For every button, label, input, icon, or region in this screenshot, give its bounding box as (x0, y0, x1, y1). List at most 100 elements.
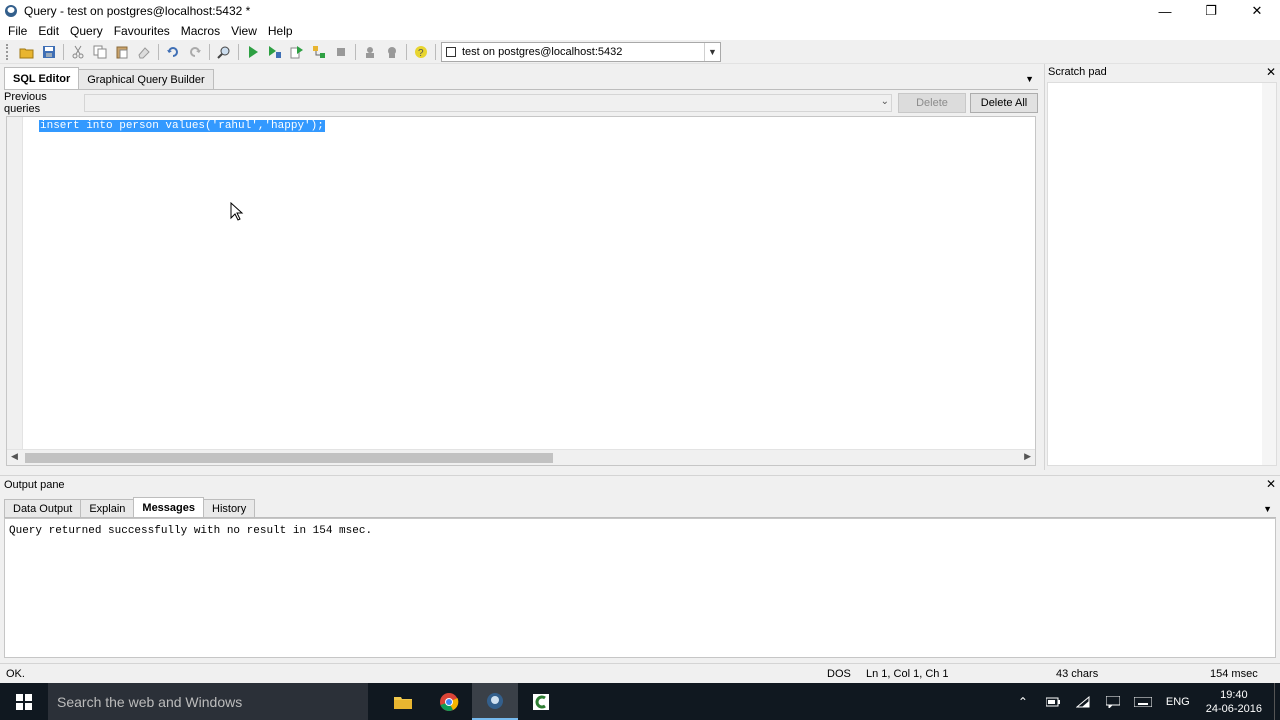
scratch-pad-textarea[interactable] (1047, 82, 1277, 466)
scratch-pad-title: Scratch pad (1048, 66, 1107, 78)
toolbar-grip[interactable] (6, 43, 10, 60)
scrollbar-thumb[interactable] (25, 453, 553, 463)
minimize-button[interactable]: — (1142, 0, 1188, 22)
connection-select[interactable]: test on postgres@localhost:5432 ▼ (441, 41, 721, 62)
wifi-icon[interactable] (1068, 695, 1098, 708)
show-desktop-button[interactable] (1274, 683, 1280, 720)
file-explorer-icon[interactable] (380, 683, 426, 720)
delete-all-button[interactable]: Delete All (970, 93, 1038, 113)
execute-pgscript-icon[interactable] (264, 42, 286, 62)
svg-text:?: ? (418, 48, 424, 59)
restore-button[interactable]: ❐ (1188, 0, 1234, 22)
cancel-icon[interactable] (330, 42, 352, 62)
close-button[interactable]: ✕ (1234, 0, 1280, 22)
toolbar-separator (238, 43, 239, 60)
output-pane-title: Output pane (4, 479, 65, 491)
taskbar-search-box[interactable]: Search the web and Windows (48, 683, 368, 720)
scroll-left-icon[interactable]: ◀ (11, 451, 18, 462)
tab-explain[interactable]: Explain (80, 499, 135, 517)
line-ending-indicator: DOS (827, 668, 851, 680)
tab-messages[interactable]: Messages (133, 497, 204, 517)
clock-time: 19:40 (1220, 688, 1248, 701)
tab-graphical-query-builder[interactable]: Graphical Query Builder (78, 69, 214, 89)
editor-tabs: SQL Editor Graphical Query Builder ▼ (4, 67, 1038, 90)
toolbar-separator (406, 43, 407, 60)
explain-analyze-icon[interactable] (359, 42, 381, 62)
title-bar: Query - test on postgres@localhost:5432 … (0, 0, 1280, 22)
taskbar-search-placeholder: Search the web and Windows (57, 693, 243, 710)
menu-edit[interactable]: Edit (34, 24, 63, 38)
chevron-up-icon[interactable]: ⌃ (1008, 695, 1038, 709)
toolbar: ? test on postgres@localhost:5432 ▼ (0, 40, 1280, 64)
sql-editor-panel: SQL Editor Graphical Query Builder ▼ Pre… (4, 67, 1038, 470)
action-center-icon[interactable] (1098, 695, 1128, 708)
messages-output[interactable]: Query returned successfully with no resu… (4, 518, 1276, 658)
menu-file[interactable]: File (4, 24, 31, 38)
cut-icon[interactable] (67, 42, 89, 62)
undo-icon[interactable] (162, 42, 184, 62)
sql-code[interactable]: insert into person values('rahul','happy… (39, 119, 325, 133)
close-icon[interactable]: ✕ (1266, 65, 1276, 79)
save-icon[interactable] (38, 42, 60, 62)
windows-start-icon[interactable] (0, 683, 48, 720)
menu-bar: File Edit Query Favourites Macros View H… (0, 22, 1280, 40)
output-pane-header: Output pane ✕ (0, 476, 1280, 494)
selected-sql-text[interactable]: insert into person values('rahul','happy… (39, 120, 325, 132)
previous-queries-select[interactable]: ⌄ (84, 94, 892, 112)
system-tray: ⌃ ENG 19:40 24-06-2016 (1008, 683, 1280, 720)
battery-icon[interactable] (1038, 697, 1068, 707)
previous-queries-row: Previous queries ⌄ Delete Delete All (4, 90, 1038, 116)
pgadmin-taskbar-icon[interactable] (472, 683, 518, 720)
toolbar-separator (63, 43, 64, 60)
delete-button[interactable]: Delete (898, 93, 966, 113)
menu-help[interactable]: Help (264, 24, 297, 38)
menu-view[interactable]: View (227, 24, 261, 38)
tab-menu-arrow-icon[interactable]: ▼ (1263, 504, 1272, 514)
find-icon[interactable] (213, 42, 235, 62)
line-number-gutter (7, 117, 23, 449)
toolbar-separator (355, 43, 356, 60)
paste-icon[interactable] (111, 42, 133, 62)
mouse-cursor-icon (230, 202, 244, 221)
menu-query[interactable]: Query (66, 24, 107, 38)
horizontal-scrollbar[interactable]: ◀ ▶ (7, 449, 1035, 465)
tab-sql-editor[interactable]: SQL Editor (4, 67, 80, 89)
execution-time: 154 msec (1210, 668, 1258, 680)
tab-menu-arrow-icon[interactable]: ▼ (1025, 74, 1034, 84)
execute-icon[interactable] (242, 42, 264, 62)
language-indicator[interactable]: ENG (1158, 696, 1198, 708)
vacuum-icon[interactable] (381, 42, 403, 62)
sql-text-editor[interactable]: insert into person values('rahul','happy… (6, 116, 1036, 466)
keyboard-icon[interactable] (1128, 696, 1158, 707)
tab-data-output[interactable]: Data Output (4, 499, 82, 517)
help-icon[interactable]: ? (410, 42, 432, 62)
chevron-down-icon[interactable]: ⌄ (881, 96, 889, 107)
redo-icon[interactable] (184, 42, 206, 62)
execute-to-file-icon[interactable] (286, 42, 308, 62)
cursor-position: Ln 1, Col 1, Ch 1 (866, 668, 949, 680)
scratch-pad-header: Scratch pad ✕ (1045, 64, 1280, 80)
windows-taskbar: Search the web and Windows ⌃ ENG 19:40 2… (0, 683, 1280, 720)
explain-icon[interactable] (308, 42, 330, 62)
char-count: 43 chars (1056, 668, 1099, 680)
menu-macros[interactable]: Macros (177, 24, 224, 38)
clock-date: 24-06-2016 (1205, 702, 1262, 715)
scroll-right-icon[interactable]: ▶ (1024, 451, 1031, 462)
chevron-down-icon[interactable]: ▼ (704, 42, 720, 61)
clear-icon[interactable] (133, 42, 155, 62)
tab-history[interactable]: History (203, 499, 256, 517)
camtasia-icon[interactable] (518, 683, 564, 720)
open-file-icon[interactable] (16, 42, 38, 62)
status-text: OK. (6, 668, 25, 680)
toolbar-separator (158, 43, 159, 60)
menu-favourites[interactable]: Favourites (110, 24, 174, 38)
pgadmin-elephant-icon (4, 4, 18, 18)
result-message: Query returned successfully with no resu… (9, 525, 373, 537)
previous-queries-label: Previous queries (4, 91, 47, 115)
close-icon[interactable]: ✕ (1266, 477, 1276, 491)
vertical-scrollbar[interactable] (1262, 83, 1276, 465)
window-title: Query - test on postgres@localhost:5432 … (24, 4, 251, 18)
taskbar-clock[interactable]: 19:40 24-06-2016 (1198, 688, 1270, 716)
copy-icon[interactable] (89, 42, 111, 62)
chrome-icon[interactable] (426, 683, 472, 720)
